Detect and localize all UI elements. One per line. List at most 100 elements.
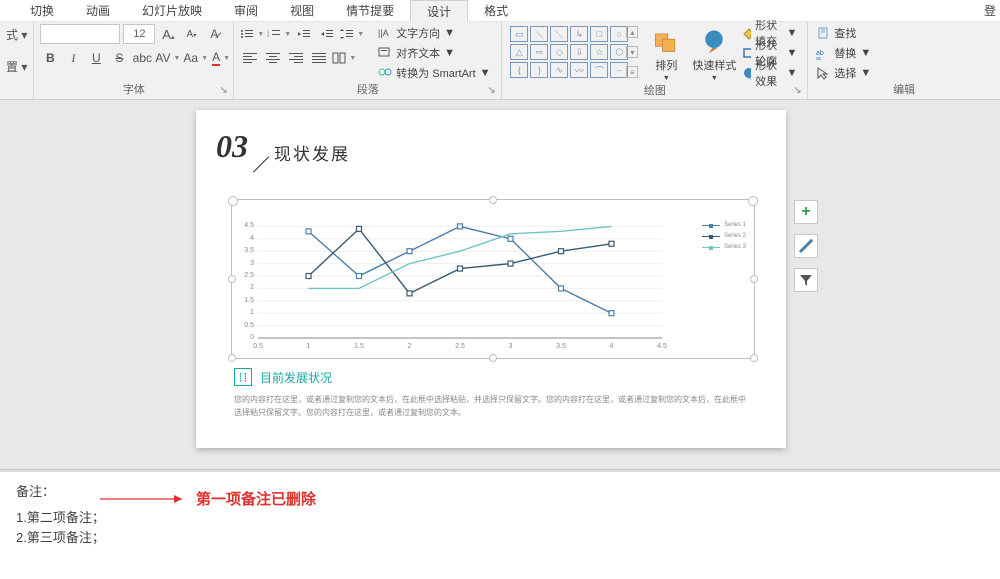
slide-subtitle: 目前发展状况 (260, 369, 332, 386)
notes-annotation: 第一项备注已删除 (100, 488, 316, 509)
sign-in[interactable]: 登 (984, 2, 1000, 19)
selection-handle[interactable] (750, 275, 758, 283)
convert-smartart-button[interactable]: 转换为 SmartArt▼ (376, 64, 494, 82)
align-center-button[interactable] (263, 48, 283, 68)
title-slash-icon (253, 156, 269, 172)
shape-rect-icon[interactable]: ▭ (510, 26, 528, 42)
slide-title-block: 03 现状发展 (216, 128, 350, 165)
bold-button[interactable]: B (40, 48, 60, 68)
align-right-button[interactable] (286, 48, 306, 68)
justify-button[interactable] (309, 48, 329, 68)
shape-arc-icon[interactable]: ⌒ (590, 62, 608, 78)
character-spacing-button[interactable]: AV▼ (155, 48, 180, 68)
gallery-down-icon[interactable]: ▾ (626, 46, 638, 58)
italic-button[interactable]: I (63, 48, 83, 68)
clear-formatting-button[interactable]: A̷ (204, 24, 224, 44)
find-button[interactable]: 查找 (814, 24, 875, 42)
selection-handle[interactable] (228, 354, 236, 362)
ribbon-tabs: 切换 动画 幻灯片放映 审阅 视图 情节提要 设计 格式 登 (0, 0, 1000, 22)
slide-number: 03 (216, 128, 248, 165)
chart-styles-button[interactable] (794, 234, 818, 258)
shapes-gallery[interactable]: ▭ ＼ ＼ ↳ □ ○ △ ⇨ ◇ ⇩ ☆ ⬡ { } ∿ 〰 ⌒ (508, 24, 626, 80)
align-text-button[interactable]: 对齐文本▼ (376, 44, 494, 62)
annotation-text: 第一项备注已删除 (196, 488, 316, 509)
selection-handle[interactable] (750, 354, 758, 362)
ribbon: 式 ▾ 置 ▾ 12 A▴ A▾ A̷ B I U S abc (0, 22, 1000, 100)
shape-arrowdown-icon[interactable]: ⇩ (570, 44, 588, 60)
tab-transitions[interactable]: 切换 (14, 0, 70, 22)
slide-workspace: 03 现状发展 00.511.522.533.544.50.511.522.53… (0, 100, 1000, 469)
columns-button[interactable]: ▼ (332, 48, 356, 68)
tab-animations[interactable]: 动画 (70, 0, 126, 22)
chart-object[interactable]: 00.511.522.533.544.50.511.522.533.544.5 … (232, 200, 754, 358)
shape-brace-icon[interactable]: { (510, 62, 528, 78)
tab-storyboard[interactable]: 情节提要 (330, 0, 410, 22)
font-launcher-icon[interactable]: ↘ (219, 85, 231, 97)
text-shadow-button[interactable]: abc (132, 48, 152, 68)
gallery-expand-icon[interactable]: ≡ (626, 66, 638, 78)
selection-handle[interactable] (489, 354, 497, 362)
selection-handle[interactable] (228, 275, 236, 283)
font-family-combo[interactable] (40, 24, 120, 44)
tab-design[interactable]: 设计 (410, 0, 468, 22)
bullets-button[interactable]: ▼ (240, 24, 264, 44)
change-case-button[interactable]: Aa▼ (183, 48, 208, 68)
quick-styles-button[interactable]: 快速样式▼ (692, 24, 736, 84)
select-button[interactable]: 选择▼ (814, 64, 875, 82)
shape-curve-icon[interactable]: ∿ (550, 62, 568, 78)
shape-square-icon[interactable]: □ (590, 26, 608, 42)
notes-line: 2.第三项备注； (16, 528, 984, 548)
arrange-button[interactable]: 排列▼ (644, 24, 688, 84)
drawing-group-label: 绘图 (508, 84, 801, 99)
svg-text:2: 2 (267, 33, 270, 38)
shape-star-icon[interactable]: ☆ (590, 44, 608, 60)
subtitle-icon: ┋┋ (234, 368, 252, 386)
tab-review[interactable]: 审阅 (218, 0, 274, 22)
increase-indent-button[interactable] (317, 24, 337, 44)
shape-brace2-icon[interactable]: } (530, 62, 548, 78)
shape-diamond-icon[interactable]: ◇ (550, 44, 568, 60)
numbering-button[interactable]: 12▼ (267, 24, 291, 44)
font-size-combo[interactable]: 12 (123, 24, 155, 44)
style-dropdown[interactable]: 式 ▾ (6, 24, 27, 44)
paragraph-group-label: 段落 (240, 83, 495, 99)
slide-body-text: 您的内容打在这里，或者通过复制您的文本后，在此框中选择粘贴，并选择只保留文字。您… (234, 394, 748, 420)
grow-font-button[interactable]: A▴ (158, 24, 178, 44)
shape-connector-icon[interactable]: ↳ (570, 26, 588, 42)
shape-line-icon[interactable]: ＼ (530, 26, 548, 42)
gallery-up-icon[interactable]: ▴ (626, 26, 638, 38)
shapes-gallery-more[interactable]: ▴ ▾ ≡ (626, 24, 640, 80)
shape-line2-icon[interactable]: ＼ (550, 26, 568, 42)
slide[interactable]: 03 现状发展 00.511.522.533.544.50.511.522.53… (196, 110, 786, 448)
chart-plot-area: 00.511.522.533.544.50.511.522.533.544.5 (258, 214, 662, 338)
chart-filter-button[interactable] (794, 268, 818, 292)
notes-pane[interactable]: 备注： 1.第二项备注； 2.第三项备注； 第一项备注已删除 (0, 472, 1000, 579)
tab-slideshow[interactable]: 幻灯片放映 (126, 0, 218, 22)
paragraph-launcher-icon[interactable]: ↘ (487, 85, 499, 97)
drawing-launcher-icon[interactable]: ↘ (793, 85, 805, 97)
font-color-button[interactable]: A▼ (211, 48, 231, 68)
line-spacing-button[interactable]: ▼ (340, 24, 364, 44)
slide-title: 现状发展 (274, 140, 350, 165)
reset-dropdown[interactable]: 置 ▾ (6, 56, 27, 76)
tab-format[interactable]: 格式 (468, 0, 524, 22)
strikethrough-button[interactable]: S (109, 48, 129, 68)
tab-view[interactable]: 视图 (274, 0, 330, 22)
text-direction-button[interactable]: ||A文字方向▼ (376, 24, 494, 42)
underline-button[interactable]: U (86, 48, 106, 68)
decrease-indent-button[interactable] (294, 24, 314, 44)
selection-handle[interactable] (489, 196, 497, 204)
ribbon-group-editing: 查找 abac替换▼ 选择▼ 编辑 (808, 22, 1000, 99)
slide-subtitle-row: ┋┋ 目前发展状况 (234, 368, 332, 386)
ribbon-group-drawing: ▭ ＼ ＼ ↳ □ ○ △ ⇨ ◇ ⇩ ☆ ⬡ { } ∿ 〰 ⌒ (502, 22, 808, 99)
shrink-font-button[interactable]: A▾ (181, 24, 201, 44)
align-left-button[interactable] (240, 48, 260, 68)
ribbon-group-font: 12 A▴ A▾ A̷ B I U S abc AV▼ Aa▼ A▼ 字体 ↘ (34, 22, 234, 99)
shape-arrow-icon[interactable]: ⇨ (530, 44, 548, 60)
chart-add-element-button[interactable]: + (794, 200, 818, 224)
editing-group-label: 编辑 (814, 83, 994, 99)
shape-triangle-icon[interactable]: △ (510, 44, 528, 60)
shape-curve2-icon[interactable]: 〰 (570, 62, 588, 78)
replace-button[interactable]: abac替换▼ (814, 44, 875, 62)
shape-effects-button[interactable]: 形状效果▼ (740, 64, 801, 82)
